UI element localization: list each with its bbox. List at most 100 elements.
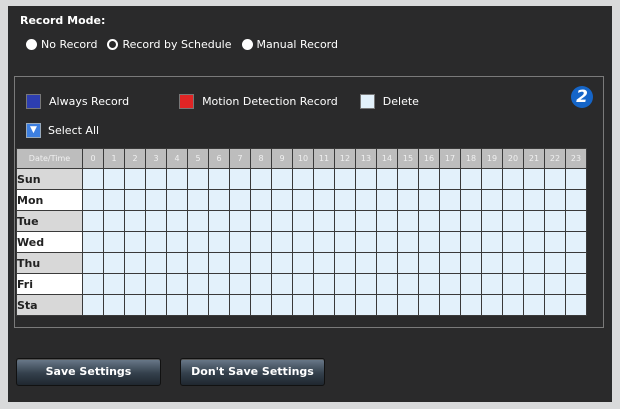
schedule-cell[interactable] <box>250 252 272 274</box>
schedule-cell[interactable] <box>565 294 587 316</box>
schedule-cell[interactable] <box>271 210 293 232</box>
schedule-cell[interactable] <box>250 189 272 211</box>
radio-dot-record-by-schedule[interactable] <box>107 39 119 50</box>
schedule-cell[interactable] <box>103 294 125 316</box>
schedule-cell[interactable] <box>313 294 335 316</box>
day-label[interactable]: Mon <box>16 189 83 211</box>
schedule-cell[interactable] <box>229 252 251 274</box>
hour-header[interactable]: 2 <box>124 148 146 169</box>
schedule-cell[interactable] <box>271 273 293 295</box>
schedule-cell[interactable] <box>439 189 461 211</box>
schedule-cell[interactable] <box>397 189 419 211</box>
schedule-cell[interactable] <box>124 294 146 316</box>
schedule-cell[interactable] <box>166 294 188 316</box>
schedule-cell[interactable] <box>355 189 377 211</box>
schedule-cell[interactable] <box>376 273 398 295</box>
schedule-cell[interactable] <box>439 252 461 274</box>
schedule-cell[interactable] <box>208 273 230 295</box>
hour-header[interactable]: 14 <box>376 148 398 169</box>
hour-header[interactable]: 9 <box>271 148 293 169</box>
day-label[interactable]: Tue <box>16 210 83 232</box>
schedule-cell[interactable] <box>355 252 377 274</box>
schedule-cell[interactable] <box>502 189 524 211</box>
schedule-cell[interactable] <box>460 252 482 274</box>
schedule-cell[interactable] <box>544 252 566 274</box>
schedule-cell[interactable] <box>460 273 482 295</box>
schedule-cell[interactable] <box>397 210 419 232</box>
schedule-cell[interactable] <box>481 189 503 211</box>
schedule-cell[interactable] <box>292 189 314 211</box>
schedule-cell[interactable] <box>82 294 104 316</box>
schedule-cell[interactable] <box>502 168 524 190</box>
day-label[interactable]: Fri <box>16 273 83 295</box>
schedule-cell[interactable] <box>544 294 566 316</box>
radio-dot-manual-record[interactable] <box>241 39 253 50</box>
hour-header[interactable]: 3 <box>145 148 167 169</box>
day-label[interactable]: Thu <box>16 252 83 274</box>
schedule-cell[interactable] <box>481 231 503 253</box>
schedule-cell[interactable] <box>124 252 146 274</box>
schedule-cell[interactable] <box>334 231 356 253</box>
schedule-cell[interactable] <box>187 252 209 274</box>
schedule-cell[interactable] <box>418 273 440 295</box>
schedule-cell[interactable] <box>376 168 398 190</box>
schedule-cell[interactable] <box>565 231 587 253</box>
schedule-cell[interactable] <box>187 168 209 190</box>
hour-header[interactable]: 7 <box>229 148 251 169</box>
schedule-cell[interactable] <box>502 231 524 253</box>
schedule-cell[interactable] <box>544 210 566 232</box>
schedule-cell[interactable] <box>502 252 524 274</box>
schedule-cell[interactable] <box>334 252 356 274</box>
legend-always-record[interactable]: Always Record <box>26 94 129 109</box>
hour-header[interactable]: 20 <box>502 148 524 169</box>
schedule-cell[interactable] <box>82 168 104 190</box>
schedule-cell[interactable] <box>334 273 356 295</box>
schedule-cell[interactable] <box>103 189 125 211</box>
schedule-cell[interactable] <box>313 210 335 232</box>
schedule-cell[interactable] <box>439 231 461 253</box>
schedule-cell[interactable] <box>124 168 146 190</box>
schedule-cell[interactable] <box>418 294 440 316</box>
schedule-cell[interactable] <box>166 168 188 190</box>
schedule-cell[interactable] <box>124 273 146 295</box>
schedule-cell[interactable] <box>313 252 335 274</box>
schedule-cell[interactable] <box>208 210 230 232</box>
hour-header[interactable]: 5 <box>187 148 209 169</box>
schedule-cell[interactable] <box>397 168 419 190</box>
schedule-cell[interactable] <box>460 210 482 232</box>
schedule-cell[interactable] <box>502 273 524 295</box>
schedule-cell[interactable] <box>271 168 293 190</box>
day-label[interactable]: Sta <box>16 294 83 316</box>
schedule-cell[interactable] <box>292 252 314 274</box>
schedule-cell[interactable] <box>481 273 503 295</box>
schedule-cell[interactable] <box>187 273 209 295</box>
schedule-cell[interactable] <box>82 210 104 232</box>
schedule-cell[interactable] <box>376 252 398 274</box>
schedule-cell[interactable] <box>376 231 398 253</box>
schedule-cell[interactable] <box>250 210 272 232</box>
schedule-cell[interactable] <box>376 189 398 211</box>
schedule-cell[interactable] <box>166 273 188 295</box>
hour-header[interactable]: 18 <box>460 148 482 169</box>
schedule-cell[interactable] <box>523 294 545 316</box>
radio-no-record[interactable]: No Record <box>26 38 97 51</box>
hour-header[interactable]: 12 <box>334 148 356 169</box>
schedule-cell[interactable] <box>187 189 209 211</box>
hour-header[interactable]: 11 <box>313 148 335 169</box>
schedule-cell[interactable] <box>229 168 251 190</box>
schedule-cell[interactable] <box>145 231 167 253</box>
schedule-cell[interactable] <box>355 168 377 190</box>
schedule-cell[interactable] <box>439 273 461 295</box>
schedule-cell[interactable] <box>103 231 125 253</box>
hour-header[interactable]: 6 <box>208 148 230 169</box>
hour-header[interactable]: 13 <box>355 148 377 169</box>
schedule-cell[interactable] <box>229 273 251 295</box>
schedule-cell[interactable] <box>103 168 125 190</box>
schedule-cell[interactable] <box>145 273 167 295</box>
hour-header[interactable]: 10 <box>292 148 314 169</box>
hour-header[interactable]: 0 <box>82 148 104 169</box>
schedule-cell[interactable] <box>187 210 209 232</box>
schedule-cell[interactable] <box>229 189 251 211</box>
schedule-cell[interactable] <box>481 252 503 274</box>
schedule-cell[interactable] <box>145 210 167 232</box>
